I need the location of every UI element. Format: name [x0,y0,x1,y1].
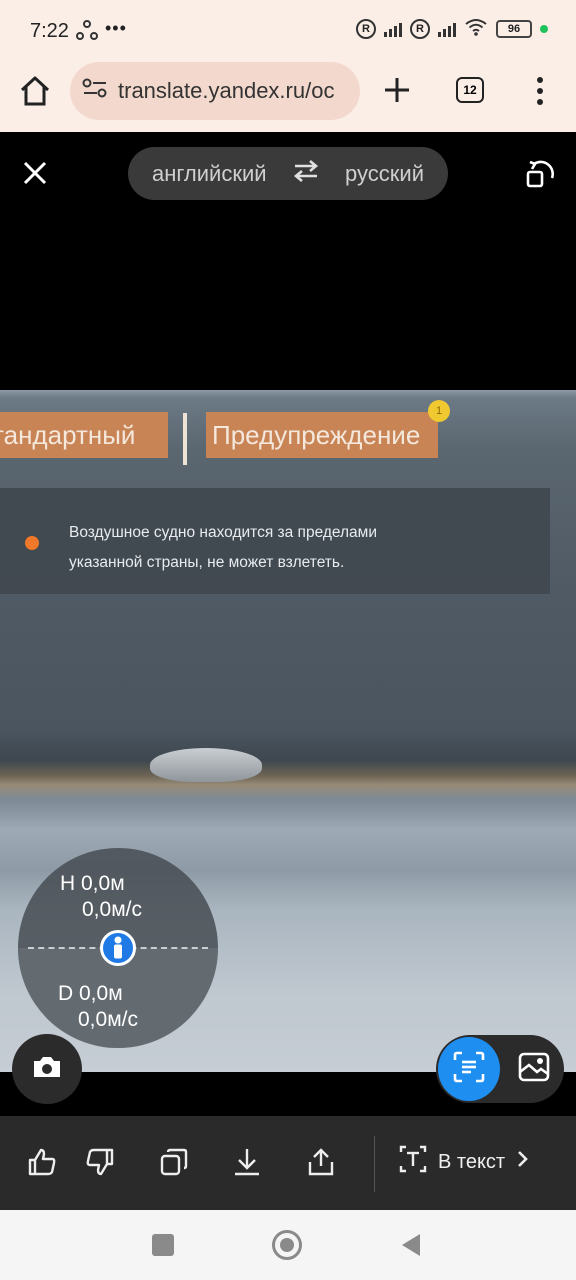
swap-languages-icon[interactable] [292,159,320,189]
distance-value: D 0,0м [58,982,123,1005]
text-scan-icon [452,1050,486,1089]
tab-divider [183,413,187,465]
rotate-icon[interactable] [524,158,558,195]
home-nav-icon[interactable] [272,1230,302,1260]
browser-toolbar: translate.yandex.ru/oc 12 [0,62,576,132]
rock-object [150,748,262,782]
download-icon[interactable] [229,1144,265,1180]
warning-dot-icon [25,536,39,550]
menu-kebab-icon[interactable] [534,76,546,111]
to-text-label: В текст [438,1150,506,1173]
recents-icon[interactable] [152,1234,174,1256]
to-text-button[interactable]: В текст [398,1144,529,1180]
url-text: translate.yandex.ru/oc [118,78,335,103]
status-right: R R 96 [356,18,548,39]
copy-icon[interactable] [156,1144,192,1180]
distance-speed: 0,0м/с [78,1008,138,1031]
image-icon [518,1052,550,1087]
close-icon[interactable] [22,160,48,191]
back-icon[interactable] [400,1232,422,1263]
status-time: 7:22 [30,20,69,42]
roaming-icon-2: R [410,18,430,39]
new-tab-icon[interactable] [383,76,411,109]
privacy-indicator-dot [540,24,548,33]
chevron-right-icon [515,1149,529,1175]
thumbs-down-icon[interactable] [82,1144,118,1180]
tab-switcher-button[interactable]: 12 [456,77,484,103]
view-mode-switch [436,1035,564,1103]
source-language[interactable]: английский [152,161,267,187]
signal-icon [384,21,402,37]
thumbs-up-icon[interactable] [24,1144,60,1180]
mode-tab-standard: тандартный [0,412,168,458]
status-bar: 7:22 ••• R R 96 [0,0,576,62]
roaming-icon: R [356,18,376,39]
wifi-icon [464,18,488,39]
image-translate-viewer: английский русский тандартный Предупрежд… [0,132,576,1116]
camera-icon [31,1054,63,1085]
camera-button[interactable] [12,1034,82,1104]
mode-tab-warning: Предупреждение [206,412,438,458]
site-settings-icon[interactable] [82,77,108,105]
warning-message: Воздушное судно находится за пределами у… [69,518,469,578]
warning-count-badge: 1 [428,400,450,422]
text-scan-mode-button[interactable] [438,1037,500,1101]
person-icon [100,930,136,966]
home-icon[interactable] [18,75,52,112]
language-selector: английский русский [128,147,448,200]
warning-message-line-1: Воздушное судно находится за пределами [69,524,377,541]
action-divider [374,1136,375,1192]
system-nav-bar [0,1210,576,1280]
warning-message-line-2: указанной страны, не может взлететь. [69,554,345,571]
height-speed: 0,0м/с [82,898,142,921]
battery-icon: 96 [496,19,532,38]
sync-icon [76,20,98,47]
image-mode-button[interactable] [506,1037,562,1101]
height-value: H 0,0м [60,872,125,895]
telemetry-compass: H 0,0м 0,0м/с D 0,0м 0,0м/с [18,848,218,1048]
address-bar[interactable]: translate.yandex.ru/oc [70,62,360,120]
share-icon[interactable] [303,1144,339,1180]
signal-icon-2 [438,21,456,37]
text-format-icon [398,1144,428,1180]
action-bar: В текст [0,1116,576,1210]
more-notifications-icon: ••• [105,18,127,38]
target-language[interactable]: русский [345,161,424,187]
